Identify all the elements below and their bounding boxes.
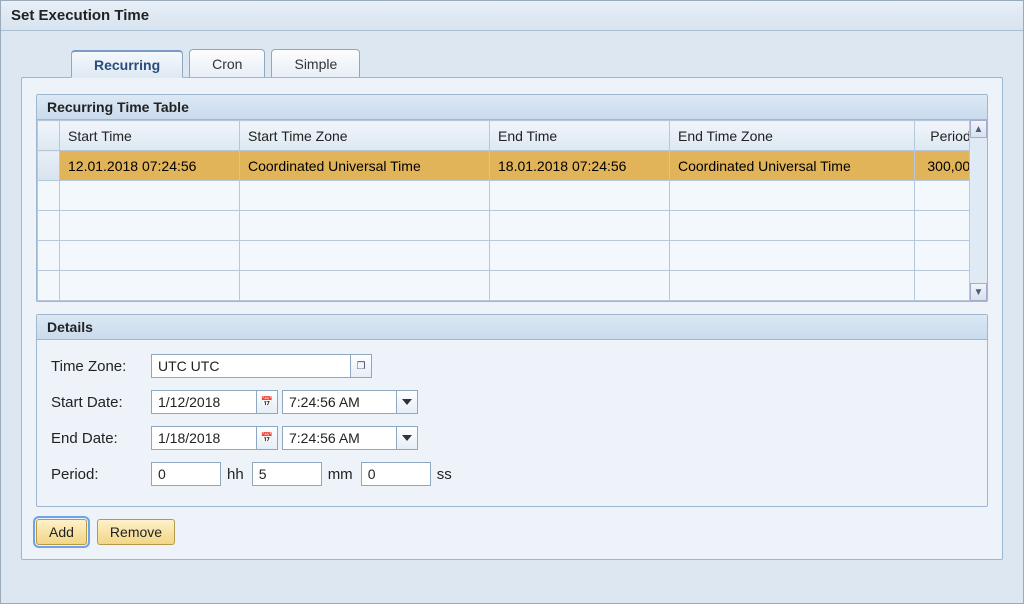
timezone-picker-icon[interactable]: ❐ <box>350 354 372 378</box>
table-scrollbar[interactable]: ▲ ▼ <box>969 120 987 301</box>
period-hh-field[interactable]: 0 <box>151 462 221 486</box>
start-time-field[interactable]: 7:24:56 AM <box>282 390 397 414</box>
col-end-time[interactable]: End Time <box>490 121 670 151</box>
window-title: Set Execution Time <box>1 1 1023 31</box>
period-label: Period: <box>51 466 151 483</box>
cell-end-tz: Coordinated Universal Time <box>670 151 915 181</box>
table-row[interactable]: 12.01.2018 07:24:56 Coordinated Universa… <box>38 151 987 181</box>
chevron-down-icon[interactable] <box>396 390 418 414</box>
timezone-field[interactable]: UTC UTC <box>151 354 351 378</box>
details-panel: Details Time Zone: UTC UTC ❐ Start Date:… <box>36 314 988 507</box>
period-mm-field[interactable]: 5 <box>252 462 322 486</box>
set-execution-time-window: Set Execution Time Recurring Cron Simple… <box>0 0 1024 604</box>
button-row: Add Remove <box>36 519 988 545</box>
row-selector[interactable] <box>38 151 60 181</box>
tab-cron[interactable]: Cron <box>189 49 265 77</box>
timezone-label: Time Zone: <box>51 358 151 375</box>
col-start-time[interactable]: Start Time <box>60 121 240 151</box>
period-ss-field[interactable]: 0 <box>361 462 431 486</box>
recurring-table-panel: Recurring Time Table Start Time <box>36 94 988 302</box>
cell-start-time: 12.01.2018 07:24:56 <box>60 151 240 181</box>
ss-label: ss <box>437 466 452 483</box>
end-date-label: End Date: <box>51 430 151 447</box>
add-button[interactable]: Add <box>36 519 87 545</box>
tab-simple[interactable]: Simple <box>271 49 360 77</box>
recurring-table-title: Recurring Time Table <box>37 95 987 120</box>
table-row[interactable] <box>38 241 987 271</box>
table-wrap: Start Time Start Time Zone End Time End … <box>37 120 987 301</box>
remove-button[interactable]: Remove <box>97 519 175 545</box>
tab-content: Recurring Time Table Start Time <box>21 77 1003 560</box>
table-row[interactable] <box>38 181 987 211</box>
scroll-up-icon[interactable]: ▲ <box>970 120 987 138</box>
table-row[interactable] <box>38 211 987 241</box>
table-row[interactable] <box>38 271 987 301</box>
end-date-field[interactable]: 1/18/2018 <box>151 426 257 450</box>
cell-end-time: 18.01.2018 07:24:56 <box>490 151 670 181</box>
chevron-down-icon[interactable] <box>396 426 418 450</box>
calendar-icon[interactable]: 📅 <box>256 426 278 450</box>
tab-recurring[interactable]: Recurring <box>71 50 183 78</box>
details-title: Details <box>37 315 987 340</box>
col-start-tz[interactable]: Start Time Zone <box>240 121 490 151</box>
start-date-label: Start Date: <box>51 394 151 411</box>
hh-label: hh <box>227 466 244 483</box>
start-date-field[interactable]: 1/12/2018 <box>151 390 257 414</box>
table-rowheader-col <box>38 121 60 151</box>
recurring-table: Start Time Start Time Zone End Time End … <box>37 120 987 301</box>
scroll-down-icon[interactable]: ▼ <box>970 283 987 301</box>
end-time-field[interactable]: 7:24:56 AM <box>282 426 397 450</box>
cell-start-tz: Coordinated Universal Time <box>240 151 490 181</box>
mm-label: mm <box>328 466 353 483</box>
tab-strip: Recurring Cron Simple <box>71 49 1023 77</box>
col-end-tz[interactable]: End Time Zone <box>670 121 915 151</box>
calendar-icon[interactable]: 📅 <box>256 390 278 414</box>
